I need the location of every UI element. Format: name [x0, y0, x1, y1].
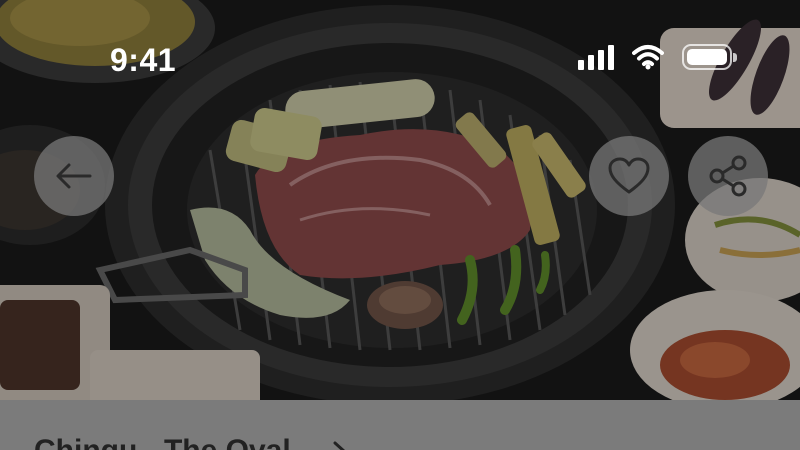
- back-button[interactable]: [34, 136, 114, 216]
- arrow-left-icon: [56, 163, 92, 189]
- share-button[interactable]: [688, 136, 768, 216]
- details-sheet: Chingu - The Oval: [0, 400, 800, 450]
- status-time: 9:41: [110, 42, 177, 78]
- wifi-icon: [632, 45, 664, 70]
- share-icon: [709, 155, 747, 197]
- status-bar: 9:41: [0, 0, 800, 110]
- chevron-right-icon[interactable]: [332, 440, 348, 450]
- cellular-signal-icon: [578, 44, 614, 70]
- status-icons: [578, 44, 737, 70]
- favorite-button[interactable]: [589, 136, 669, 216]
- battery-icon: [682, 44, 737, 70]
- heart-icon: [608, 157, 650, 194]
- restaurant-name-link[interactable]: Chingu - The Oval: [34, 434, 291, 450]
